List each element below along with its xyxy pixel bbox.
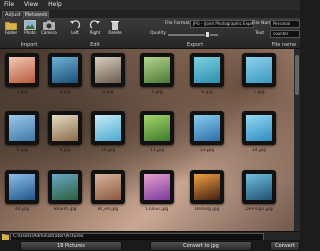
photo-filename: 5.jpg — [151, 90, 163, 95]
photo-filename: 8.jpg — [16, 148, 28, 153]
photo-thumbnail[interactable] — [140, 53, 174, 87]
photo-image — [9, 174, 35, 200]
photo-filename: 9.jpg — [59, 148, 71, 153]
file-name-field[interactable]: Personal — [270, 20, 300, 28]
photo-filename: Colour.jpg — [145, 207, 169, 212]
gallery-scrollbar[interactable] — [294, 49, 300, 231]
rotate-left-button[interactable]: Left — [66, 20, 84, 42]
photo-image — [246, 174, 272, 200]
photo-image — [194, 115, 220, 141]
photo-thumbnail[interactable] — [242, 170, 276, 204]
camera-button[interactable]: Camera — [40, 20, 58, 42]
menu-help[interactable]: Help — [48, 1, 62, 8]
edit-group-label: Edit — [90, 42, 100, 48]
rotate-right-button[interactable]: Right — [86, 20, 104, 42]
photo-thumbnail[interactable] — [190, 111, 224, 145]
photo-filename: 7.jpg — [253, 90, 265, 95]
photo-thumbnail[interactable] — [242, 53, 276, 87]
photo-thumbnail[interactable] — [91, 170, 125, 204]
photo-thumbnail[interactable] — [48, 111, 82, 145]
photo-thumbnail[interactable] — [91, 53, 125, 87]
photo-filename: 2.jpg — [16, 90, 28, 95]
folder-label: Folder — [4, 30, 18, 35]
photo-image — [95, 174, 121, 200]
photo-thumbnail[interactable] — [48, 170, 82, 204]
rotate-left-icon — [70, 20, 81, 29]
rotate-right-icon — [89, 20, 100, 29]
photo-filename: 13.jpg — [199, 148, 215, 153]
quality-slider-knob[interactable] — [205, 31, 210, 38]
menu-view[interactable]: View — [24, 1, 38, 8]
text-field[interactable]: counter — [270, 30, 300, 38]
photo-image — [52, 174, 78, 200]
photo-thumbnail[interactable] — [91, 111, 125, 145]
import-group-label: Import — [20, 42, 38, 48]
folder-icon — [5, 21, 17, 30]
camera-label: Camera — [41, 30, 57, 35]
photo-filename: Demog.jpg — [194, 207, 220, 212]
menu-bar: File View Help — [0, 0, 300, 10]
photo-image — [194, 174, 220, 200]
photo-image — [95, 115, 121, 141]
photo-gallery: 2.jpg 3.jpg 4.jpg 5.jpg 6.jpg 7.jpg 8.jpg 9.jpg… — [0, 49, 300, 231]
photo-image — [144, 115, 170, 141]
photo-filename: Demog2.jpg — [245, 207, 273, 212]
export-group-label: Export — [186, 42, 204, 48]
photo-image — [52, 57, 78, 83]
bottom-bar: 18 Pictures Convert to jpg Convert — [0, 240, 300, 251]
quality-label: Quality — [150, 31, 167, 36]
photo-filename: 4d.jpg — [14, 207, 30, 212]
photo-filename: 4.jpg — [102, 90, 114, 95]
ribbon-toolbar: Folder Photo Camera Left Right Delete Fi… — [0, 18, 300, 49]
photo-icon — [24, 20, 36, 30]
photo-filename: 14.jpg — [251, 148, 267, 153]
file-name-group-label: File name — [271, 42, 297, 48]
photo-image — [9, 115, 35, 141]
quality-slider[interactable] — [168, 34, 218, 36]
folder-button[interactable]: Folder — [2, 20, 20, 42]
photo-image — [144, 57, 170, 83]
tab-strip: Adjust Metaweb — [0, 10, 300, 19]
delete-label: Delete — [108, 30, 122, 35]
photo-filename: 3.jpg — [59, 90, 71, 95]
photo-thumbnail[interactable] — [5, 111, 39, 145]
photo-filename: 6.jpg — [201, 90, 213, 95]
photo-thumbnail[interactable] — [190, 170, 224, 204]
scrollbar-thumb[interactable] — [295, 55, 299, 95]
trash-icon — [111, 21, 119, 30]
photo-filename: Beauti.jpg — [53, 207, 77, 212]
photo-image — [9, 57, 35, 83]
delete-button[interactable]: Delete — [106, 20, 124, 42]
photo-thumbnail[interactable] — [5, 170, 39, 204]
photo-thumbnail[interactable] — [5, 53, 39, 87]
photo-filename: Bl_ed.jpg — [97, 207, 119, 212]
photo-thumbnail[interactable] — [48, 53, 82, 87]
menu-file[interactable]: File — [4, 1, 14, 8]
folder-small-icon — [2, 234, 9, 240]
photo-image — [144, 174, 170, 200]
rotate-right-label: Right — [89, 30, 101, 35]
camera-icon — [43, 20, 55, 30]
photo-thumbnail[interactable] — [242, 111, 276, 145]
file-format-select[interactable]: JPG - (Joint Photographic Experts ) — [190, 20, 254, 28]
photo-image — [52, 115, 78, 141]
photo-thumbnail[interactable] — [140, 170, 174, 204]
photo-button[interactable]: Photo — [21, 20, 39, 42]
photo-filename: 10.jpg — [100, 148, 116, 153]
photo-image — [246, 115, 272, 141]
photo-thumbnail[interactable] — [190, 53, 224, 87]
photo-image — [194, 57, 220, 83]
rotate-left-label: Left — [71, 30, 79, 35]
photo-thumbnail[interactable] — [140, 111, 174, 145]
file-format-label: File Format — [165, 21, 190, 26]
photo-image — [246, 57, 272, 83]
photo-label: Photo — [24, 30, 36, 35]
text-label: Text — [255, 31, 265, 36]
photo-image — [95, 57, 121, 83]
photo-filename: 11.jpg — [149, 148, 165, 153]
